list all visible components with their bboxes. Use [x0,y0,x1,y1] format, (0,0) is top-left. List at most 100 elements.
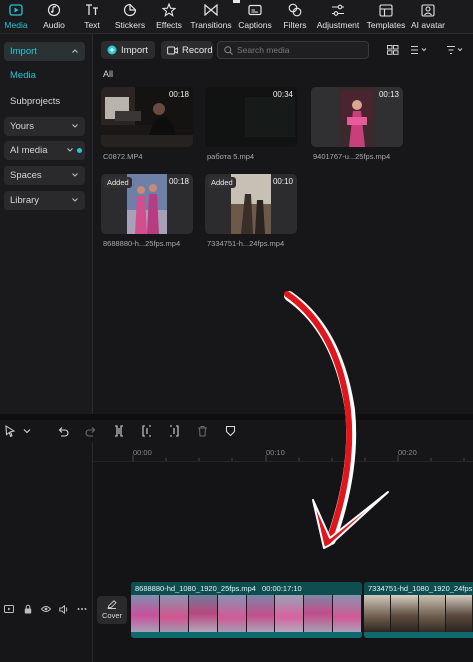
tool-stickers[interactable]: Stickers [113,0,147,34]
media-item-thumbnail[interactable]: 00:13 [311,87,403,147]
sidebar-item-label: AI media [10,145,48,156]
video-track-icon [4,605,14,613]
search-icon [224,45,233,55]
redo-icon [85,426,96,437]
plus-circle-icon [107,45,117,55]
audio-icon [46,3,62,17]
import-button[interactable]: Import [101,41,155,59]
clip-audio-strip [364,632,473,638]
record-button-label: Record [182,44,213,56]
sidebar-item-library[interactable]: Library [4,191,85,210]
tool-label: Captions [238,20,272,30]
delete-button[interactable] [196,425,208,437]
sort-button[interactable] [410,43,428,57]
sidebar-item-ai-media[interactable]: AI media [4,141,85,160]
duration-label: 00:13 [378,90,399,99]
sidebar-item-label: Yours [10,121,34,132]
split-right-button[interactable] [168,425,180,437]
split-button[interactable] [113,425,125,437]
grid-view-button[interactable] [387,43,399,57]
tool-transitions[interactable]: Transitions [189,0,233,34]
tool-templates[interactable]: Templates [365,0,407,34]
track-type-button[interactable] [4,604,14,614]
toggle-visibility-button[interactable] [41,604,51,614]
media-item-thumbnail[interactable]: 00:34 [205,87,297,147]
adjustment-icon [330,3,346,17]
marker-button[interactable] [224,425,236,437]
track-header-panel [0,442,93,662]
tool-effects[interactable]: Effects [154,0,184,34]
undo-button[interactable] [57,425,69,437]
tool-filters[interactable]: Filters [281,0,309,34]
media-item-thumbnail[interactable]: 00:18 [101,87,193,147]
mute-track-button[interactable] [59,604,69,614]
clip-duration: 00:00:17:10 [262,584,302,593]
sidebar-item-label: Import [10,46,37,57]
select-tool-button[interactable] [4,425,16,437]
cursor-icon [4,425,15,437]
tool-adjustment[interactable]: Adjustment [315,0,361,34]
captions-icon [247,3,263,17]
lock-icon [24,604,32,614]
duration-label: 00:10 [272,177,293,186]
search-input[interactable] [237,45,357,55]
media-item-thumbnail[interactable]: Added 00:18 [101,174,193,234]
clip-header: 8688880-hd_1080_1920_25fps.mp4 00:00:17:… [131,582,362,595]
tool-label: Text [84,20,100,30]
split-right-icon [170,425,179,437]
ruler-ticks [132,455,465,461]
track-more-button[interactable] [77,604,87,614]
redo-button[interactable] [85,425,97,437]
cover-button[interactable]: Cover [97,596,127,624]
speaker-icon [59,604,68,614]
clip-header: 7334751-hd_1080_1920_24fps [364,582,473,595]
tool-audio[interactable]: Audio [42,0,66,34]
tool-label: Transitions [190,20,232,30]
tool-label: AI avatar [410,20,446,30]
sidebar-item-label: Library [10,195,40,206]
select-tool-dropdown[interactable] [21,425,33,437]
trash-icon [197,425,207,437]
clip-filmstrip [364,595,473,632]
edit-pencil-icon [107,600,117,609]
sidebar-item-spaces[interactable]: Spaces [4,166,85,185]
media-item-name: работа 5.mp4 [207,152,255,161]
undo-icon [58,426,69,437]
sidebar-item-import[interactable]: Import [4,42,85,61]
added-badge: Added [104,177,132,188]
tool-label: Audio [43,20,65,30]
sidebar-item-media[interactable]: Media [10,70,36,81]
stickers-icon [122,3,138,17]
chevron-down-icon [72,198,78,202]
split-left-icon [142,425,151,437]
import-button-label: Import [121,44,148,56]
media-item-name: 7334751-h...24fps.mp4 [207,239,285,248]
cover-label: Cover [101,611,122,620]
lock-track-button[interactable] [23,604,33,614]
search-box[interactable] [217,41,369,59]
filter-all-label[interactable]: All [103,69,113,79]
timeline-clip[interactable]: 7334751-hd_1080_1920_24fps [364,582,473,638]
left-sidebar: Import Media Subprojects Yours AI media … [0,34,93,414]
toolbar-active-indicator [233,0,240,3]
tool-captions[interactable]: Captions [236,0,274,34]
added-badge: Added [208,177,236,188]
split-left-button[interactable] [141,425,153,437]
clip-audio-strip [131,632,362,638]
filter-button[interactable] [446,43,464,57]
tool-text[interactable]: Text [81,0,103,34]
tool-media[interactable]: Media [4,0,28,34]
duration-label: 00:34 [272,90,293,99]
shield-icon [225,425,235,437]
tool-ai-avatar[interactable]: AI avatar [410,0,446,34]
ai-avatar-icon [420,3,436,17]
timeline-clip[interactable]: 8688880-hd_1080_1920_25fps.mp4 00:00:17:… [131,582,362,638]
sidebar-item-yours[interactable]: Yours [4,117,85,136]
media-item-thumbnail[interactable]: Added 00:10 [205,174,297,234]
record-button[interactable]: Record [161,41,213,59]
media-panel: Import Record All 00:18 C0872.MP4 [93,34,473,414]
clip-title: 8688880-hd_1080_1920_25fps.mp4 [135,584,256,593]
sidebar-item-subprojects[interactable]: Subprojects [10,96,60,107]
chevron-down-icon [23,429,31,434]
tool-label: Stickers [114,20,146,30]
